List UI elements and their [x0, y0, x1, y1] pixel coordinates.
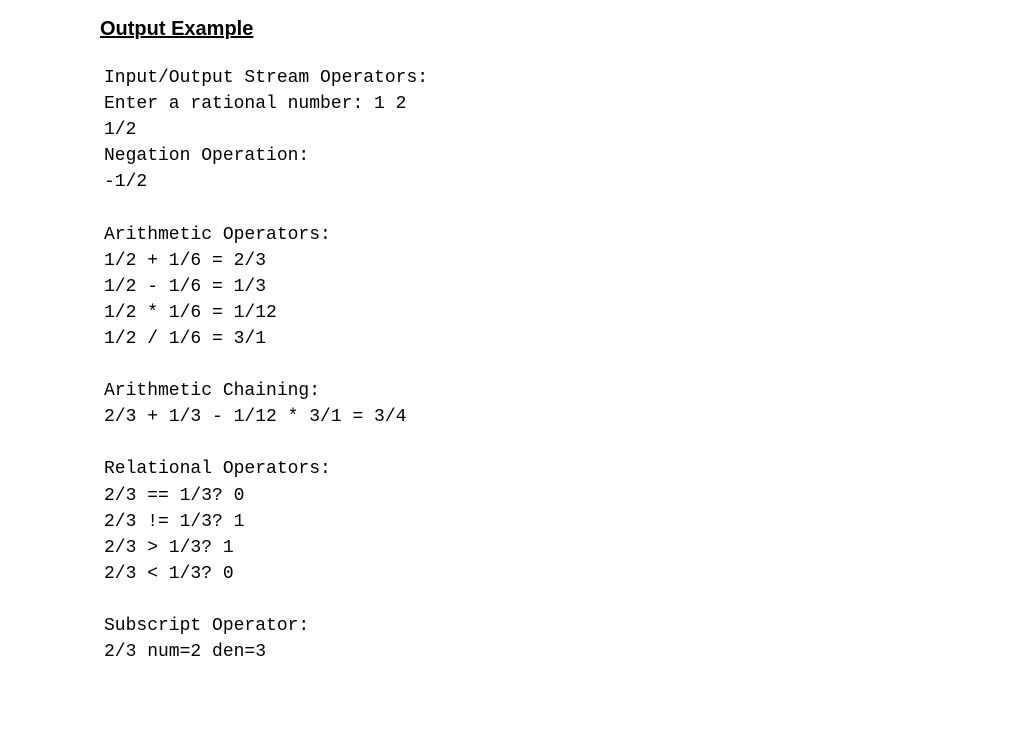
code-line: 1/2 / 1/6 = 3/1 [104, 329, 266, 349]
code-line: 2/3 + 1/3 - 1/12 * 3/1 = 3/4 [104, 407, 406, 427]
code-line: 2/3 num=2 den=3 [104, 642, 266, 662]
code-line: Arithmetic Operators: [104, 225, 331, 245]
code-line: Input/Output Stream Operators: [104, 68, 428, 88]
code-line: 1/2 [104, 120, 136, 140]
code-line: 2/3 < 1/3? 0 [104, 564, 234, 584]
code-line: Negation Operation: [104, 146, 309, 166]
code-line: 1/2 + 1/6 = 2/3 [104, 251, 266, 271]
code-line: 2/3 != 1/3? 1 [104, 512, 244, 532]
code-line: 2/3 > 1/3? 1 [104, 538, 234, 558]
code-line: Enter a rational number: 1 2 [104, 94, 406, 114]
code-line: Subscript Operator: [104, 616, 309, 636]
code-line: Relational Operators: [104, 459, 331, 479]
code-line: 1/2 - 1/6 = 1/3 [104, 277, 266, 297]
code-line: 2/3 == 1/3? 0 [104, 486, 244, 506]
code-line: -1/2 [104, 172, 147, 192]
code-line: 1/2 * 1/6 = 1/12 [104, 303, 277, 323]
output-example-block: Input/Output Stream Operators: Enter a r… [104, 65, 920, 665]
code-line: Arithmetic Chaining: [104, 381, 320, 401]
section-heading: Output Example [100, 18, 920, 41]
